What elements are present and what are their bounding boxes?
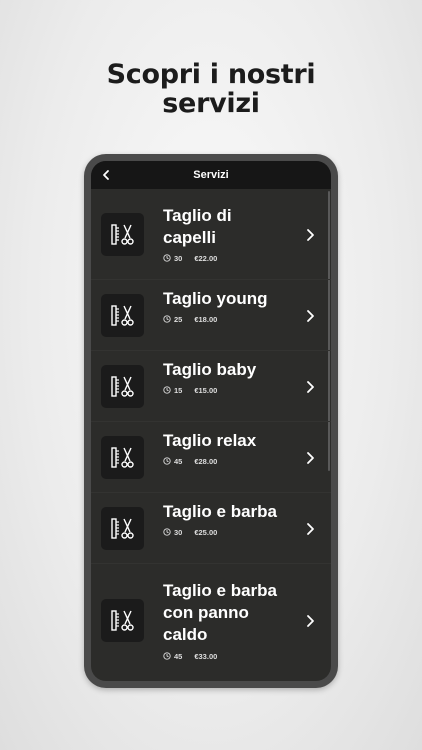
chevron-right-icon [307,310,314,322]
service-duration: 30 [174,527,183,537]
comb-scissors-icon [111,305,134,326]
clock-icon [163,315,171,323]
headline-line-2: servizi [162,88,260,119]
service-name: Taglio di capelli [163,205,303,249]
service-price: €22.00 [194,253,218,263]
chevron-right-icon [307,229,314,241]
service-price: €33.00 [194,651,218,661]
service-meta: 30 €22.00 [163,252,217,264]
clock-icon [163,528,171,536]
chevron-right-icon [307,523,314,535]
headline-line-1: Scopri i nostri [106,59,316,90]
service-name-line: Taglio baby [163,360,257,379]
service-icon-tile [101,294,144,337]
service-duration: 30 [174,253,183,263]
service-price: €18.00 [194,314,218,324]
navbar: Servizi [91,161,331,189]
service-name: Taglio e barba [163,501,303,523]
service-price: €15.00 [194,385,218,395]
service-item[interactable]: Taglio e barba con panno caldo 45 €33.00 [91,564,331,677]
service-item[interactable]: Taglio relax 45 €28.00 [91,422,331,493]
service-duration: 15 [174,385,183,395]
service-icon-tile [101,599,144,642]
service-name-line: con panno [163,603,249,622]
comb-scissors-icon [111,518,134,539]
chevron-right-icon [307,452,314,464]
comb-scissors-icon [111,610,134,631]
service-price: €25.00 [194,527,218,537]
service-meta: 25 €18.00 [163,313,217,325]
service-price: €28.00 [194,456,218,466]
comb-scissors-icon [111,376,134,397]
clock-icon [163,386,171,394]
service-name-line: Taglio e barba [163,502,277,521]
service-item[interactable]: Taglio di capelli 30 €22.00 [91,189,331,280]
service-name-line: capelli [163,228,216,247]
service-name: Taglio young [163,288,303,310]
service-meta: 30 €25.00 [163,526,217,538]
chevron-right-icon [307,381,314,393]
service-name-line: Taglio relax [163,431,257,450]
clock-icon [163,254,171,262]
service-name-line: Taglio young [163,289,268,308]
headline: Scopri i nostri servizi [0,60,422,118]
clock-icon [163,457,171,465]
service-name: Taglio e barba con panno caldo [163,580,303,646]
service-icon-tile [101,365,144,408]
phone-screen: Servizi Taglio di capelli 30 €22.00 Tagl… [91,161,331,681]
service-name-line: caldo [163,625,208,644]
service-item[interactable]: Taglio baby 15 €15.00 [91,351,331,422]
comb-scissors-icon [111,447,134,468]
service-icon-tile [101,507,144,550]
service-duration: 25 [174,314,183,324]
service-item[interactable]: Taglio young 25 €18.00 [91,280,331,351]
chevron-right-icon [307,615,314,627]
service-duration: 45 [174,456,183,466]
service-name: Taglio relax [163,430,303,452]
service-icon-tile [101,436,144,479]
service-icon-tile [101,213,144,256]
service-meta: 45 €33.00 [163,650,217,662]
service-name-line: Taglio di [163,206,232,225]
service-meta: 45 €28.00 [163,455,217,467]
clock-icon [163,652,171,660]
service-meta: 15 €15.00 [163,384,217,396]
service-name: Taglio baby [163,359,303,381]
comb-scissors-icon [111,224,134,245]
service-name-line: Taglio e barba [163,581,277,600]
navbar-title: Servizi [193,169,229,181]
service-item[interactable]: Taglio e barba 30 €25.00 [91,493,331,564]
service-duration: 45 [174,651,183,661]
